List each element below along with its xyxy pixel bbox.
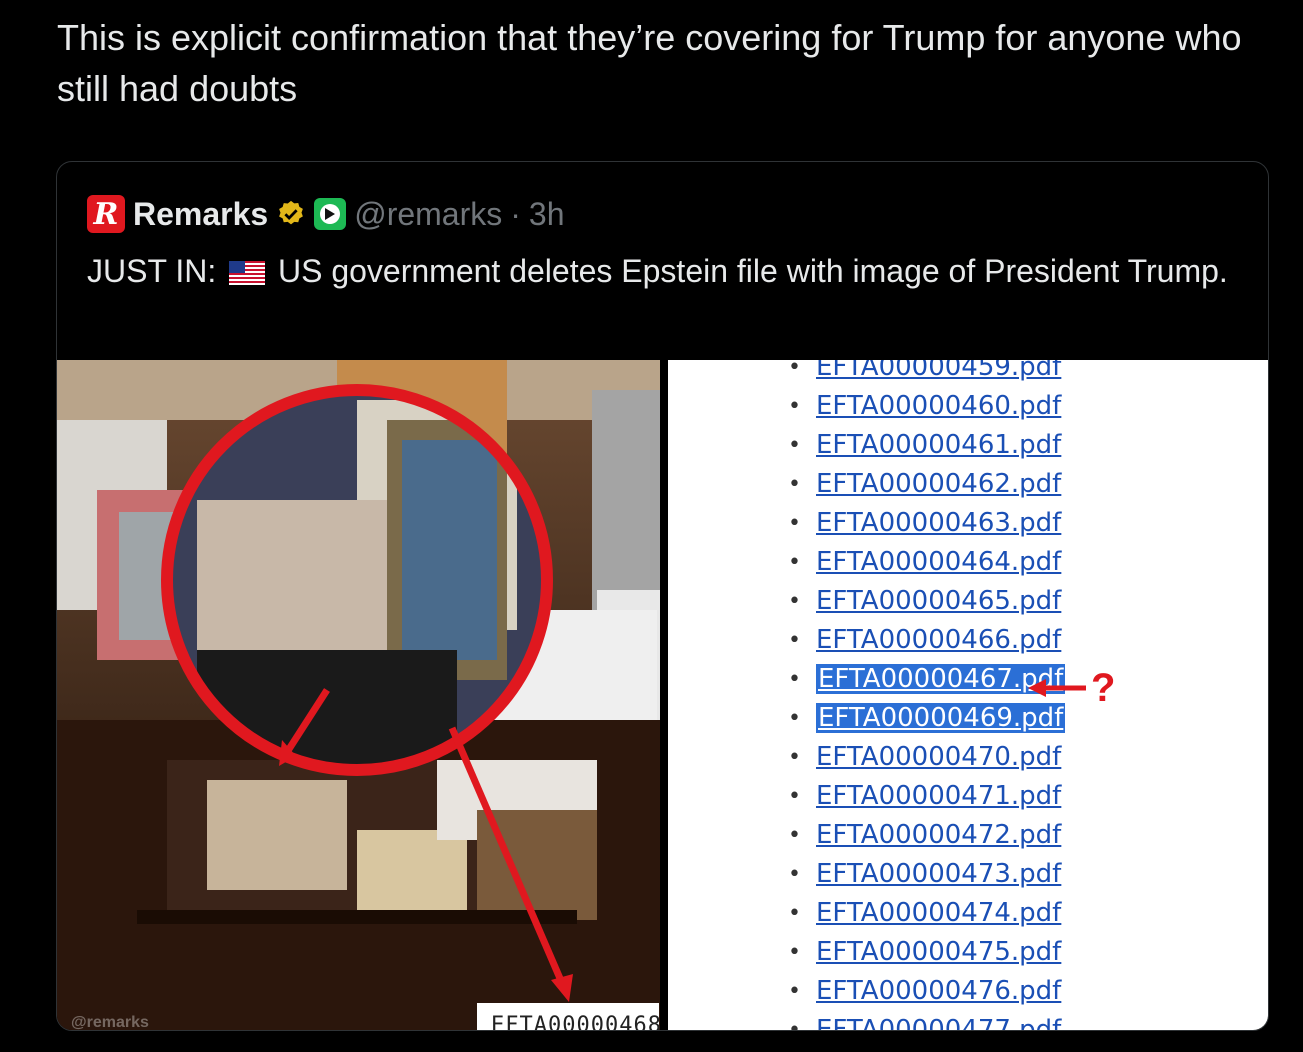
post-text: This is explicit confirmation that they’…: [57, 17, 1242, 109]
file-link[interactable]: EFTA00000460.pdf: [816, 391, 1061, 421]
file-link[interactable]: EFTA00000472.pdf: [816, 820, 1061, 850]
file-list-item: EFTA00000476.pdf: [788, 972, 1065, 1011]
file-list-item: EFTA00000475.pdf: [788, 933, 1065, 972]
file-list-item: EFTA00000474.pdf: [788, 894, 1065, 933]
quote-text-prefix: JUST IN:: [87, 253, 217, 289]
media-divider: [660, 360, 668, 1030]
file-link[interactable]: EFTA00000463.pdf: [816, 508, 1061, 538]
file-list-screenshot[interactable]: EFTA00000459.pdf EFTA00000460.pdf EFTA0000…: [668, 360, 1268, 1030]
file-list-item: EFTA00000465.pdf: [788, 582, 1065, 621]
file-link[interactable]: EFTA00000471.pdf: [816, 781, 1061, 811]
quoted-post-card[interactable]: R Remarks @remarks · 3h JUST IN: US gove…: [56, 161, 1269, 1031]
file-link[interactable]: EFTA00000477.pdf: [816, 1015, 1061, 1030]
separator-dot: ·: [510, 195, 521, 232]
file-list-item: EFTA00000471.pdf: [788, 777, 1065, 816]
file-list-item: EFTA00000472.pdf: [788, 816, 1065, 855]
question-mark-annotation: ?: [1091, 666, 1116, 710]
file-link[interactable]: EFTA00000464.pdf: [816, 547, 1061, 577]
file-list-item: EFTA00000473.pdf: [788, 855, 1065, 894]
file-link[interactable]: EFTA00000473.pdf: [816, 859, 1061, 889]
affiliate-badge-icon: [314, 198, 347, 230]
file-link[interactable]: EFTA00000462.pdf: [816, 469, 1061, 499]
file-link[interactable]: EFTA00000476.pdf: [816, 976, 1061, 1006]
photo-watermark: @remarks: [71, 1014, 149, 1030]
file-list-item: EFTA00000460.pdf: [788, 387, 1065, 426]
file-link[interactable]: EFTA00000470.pdf: [816, 742, 1061, 772]
us-flag-icon: [229, 261, 266, 285]
file-link[interactable]: EFTA00000459.pdf: [816, 360, 1061, 382]
file-list-item: EFTA00000470.pdf: [788, 738, 1065, 777]
file-list-item: EFTA00000466.pdf: [788, 621, 1065, 660]
file-list-item: EFTA00000463.pdf: [788, 504, 1065, 543]
quoted-post-header: R Remarks @remarks · 3h: [87, 194, 565, 234]
left-arrow-icon: [1028, 679, 1086, 697]
post-media[interactable]: @remarks EFTA00000468 EFTA00000459.pdfEF…: [57, 360, 1268, 1030]
verified-badge-icon: [279, 200, 304, 225]
file-list-item: EFTA00000461.pdf: [788, 426, 1065, 465]
file-list-item: EFTA00000477.pdf: [788, 1011, 1065, 1030]
file-list-item: EFTA00000464.pdf: [788, 543, 1065, 582]
author-name[interactable]: Remarks: [133, 196, 268, 233]
author-handle[interactable]: @remarks: [354, 196, 502, 233]
file-link[interactable]: EFTA00000474.pdf: [816, 898, 1061, 928]
file-list-item: EFTA00000459.pdf: [788, 360, 1065, 387]
desk-photo-image[interactable]: @remarks EFTA00000468: [57, 360, 660, 1030]
file-link[interactable]: EFTA00000475.pdf: [816, 937, 1061, 967]
photo-file-label: EFTA00000468: [477, 1003, 660, 1030]
file-link[interactable]: EFTA00000466.pdf: [816, 625, 1061, 655]
file-list-item: EFTA00000469.pdf: [788, 699, 1066, 738]
file-link[interactable]: EFTA00000465.pdf: [816, 586, 1061, 616]
file-list-item: EFTA00000462.pdf: [788, 465, 1065, 504]
photo-illustration: [57, 360, 660, 1030]
remarks-logo-avatar[interactable]: R: [87, 195, 125, 233]
file-link[interactable]: EFTA00000469.pdf: [816, 703, 1066, 733]
file-link[interactable]: EFTA00000461.pdf: [816, 430, 1061, 460]
post-time[interactable]: 3h: [529, 196, 565, 233]
quoted-post-text: JUST IN: US government deletes Epstein f…: [87, 248, 1237, 294]
quote-text-main: US government deletes Epstein file with …: [277, 253, 1228, 289]
